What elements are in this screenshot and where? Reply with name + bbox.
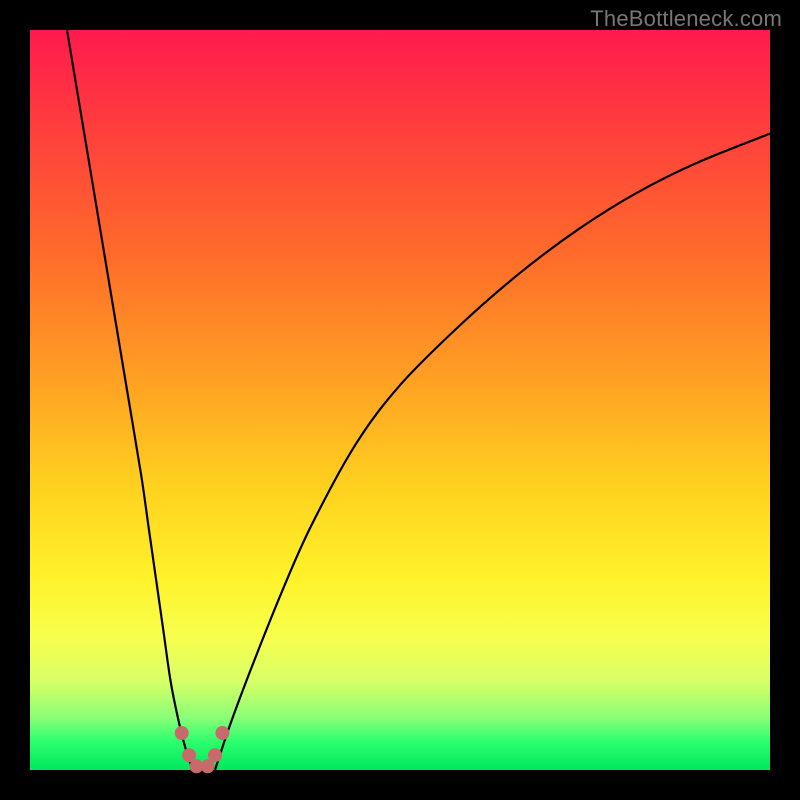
plot-area [30,30,770,770]
curve-right-branch [215,134,770,770]
watermark-text: TheBottleneck.com [590,6,782,32]
marker-dot [208,748,222,762]
chart-frame: TheBottleneck.com [0,0,800,800]
marker-dot [175,726,189,740]
marker-dot [215,726,229,740]
curve-left-branch [67,30,193,770]
curve-svg [30,30,770,770]
